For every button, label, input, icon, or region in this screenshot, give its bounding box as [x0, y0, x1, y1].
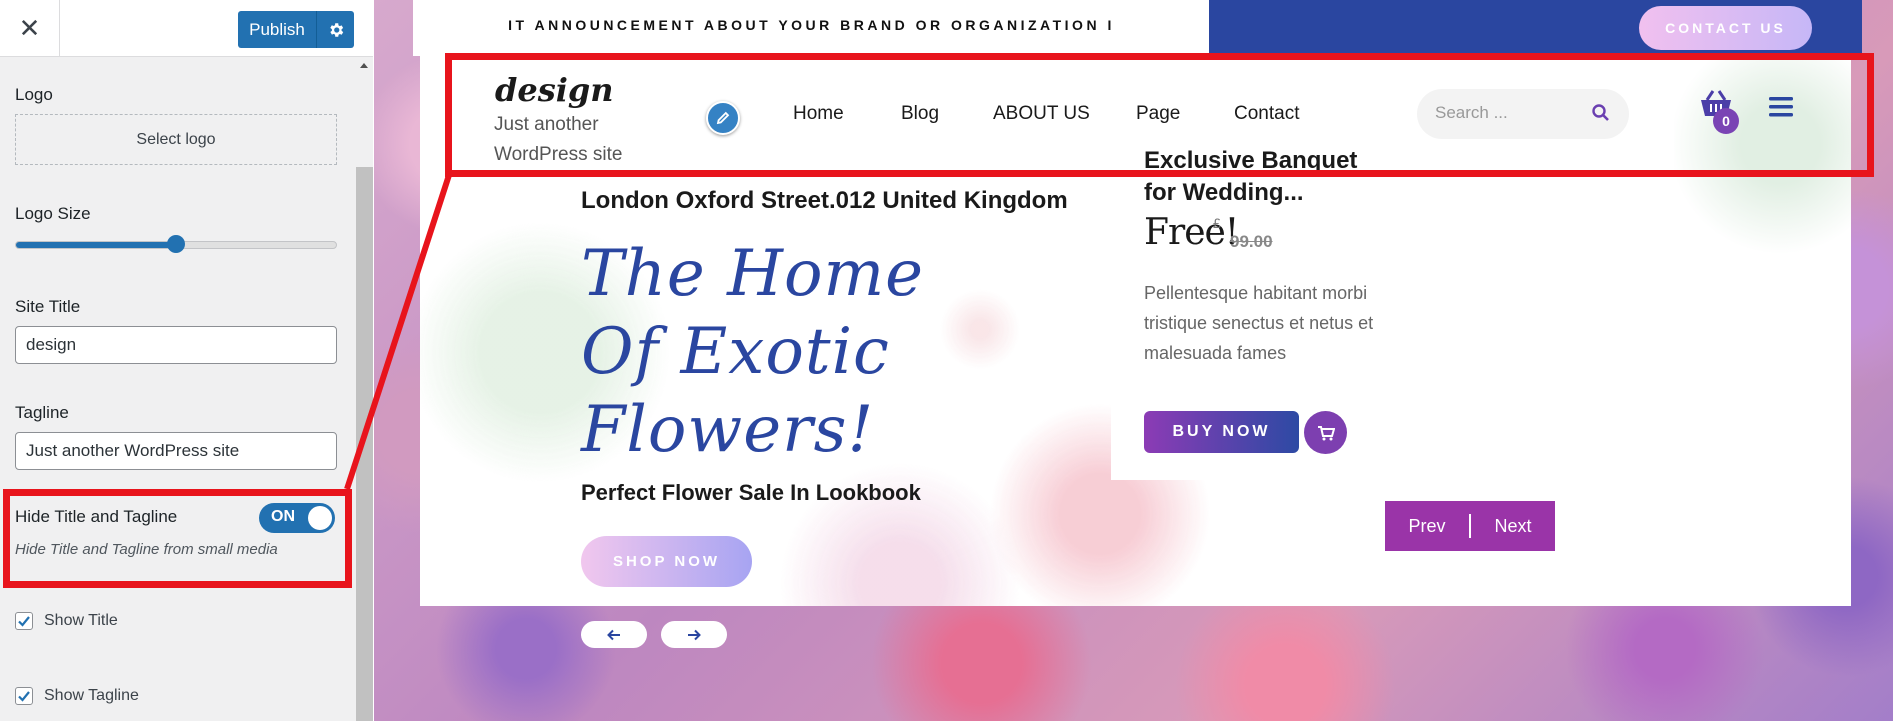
show-tagline-checkbox[interactable]: [15, 687, 33, 705]
toggle-state-text: ON: [271, 508, 295, 525]
scroll-up-arrow-icon[interactable]: [360, 63, 368, 68]
show-title-label: Show Title: [44, 612, 118, 629]
add-to-cart-icon[interactable]: [1304, 411, 1347, 454]
site-title-label: Site Title: [15, 297, 81, 316]
search-icon[interactable]: [1591, 103, 1611, 128]
hero-subtitle: Perfect Flower Sale In Lookbook: [581, 480, 921, 505]
hero-title: The Home Of Exotic Flowers!: [581, 237, 925, 467]
tagline-input[interactable]: Just another WordPress site: [15, 432, 337, 470]
customizer-sidebar: ✕ Publish Logo Select logo Logo Size Sit…: [0, 0, 373, 721]
contact-us-button[interactable]: CONTACT US: [1639, 6, 1812, 50]
publish-group: Publish: [238, 11, 354, 48]
select-logo-button[interactable]: Select logo: [15, 114, 337, 165]
site-tagline-text: Just another WordPress site: [494, 114, 623, 165]
logo-size-label: Logo Size: [15, 204, 91, 223]
hide-title-label: Hide Title and Tagline: [15, 507, 178, 526]
site-title-input[interactable]: design: [15, 326, 337, 364]
nav-contact[interactable]: Contact: [1234, 103, 1299, 125]
tagline-label: Tagline: [15, 403, 69, 422]
hide-title-toggle[interactable]: ON: [259, 503, 335, 533]
nav-blog[interactable]: Blog: [901, 103, 939, 125]
next-button[interactable]: Next: [1471, 501, 1555, 551]
close-icon[interactable]: ✕: [0, 0, 60, 57]
cart-count-badge: 0: [1713, 108, 1739, 134]
scrollbar-thumb[interactable]: [356, 167, 373, 721]
logo-size-slider-handle[interactable]: [167, 235, 185, 253]
logo-size-slider-fill: [16, 242, 176, 248]
product-price: Free!: [1144, 212, 1239, 253]
prev-button[interactable]: Prev: [1385, 501, 1469, 551]
logo-label: Logo: [15, 85, 53, 104]
product-description: Pellentesque habitant morbi tristique se…: [1144, 283, 1374, 363]
nav-home[interactable]: Home: [793, 103, 844, 125]
edit-pencil-icon[interactable]: [706, 101, 740, 135]
slider-next-arrow[interactable]: [661, 621, 727, 648]
checkmark-icon: [18, 691, 30, 702]
sidebar-scrollbar[interactable]: [356, 57, 373, 721]
shop-now-button[interactable]: SHOP NOW: [581, 536, 752, 587]
hide-title-description: Hide Title and Tagline from small media: [15, 541, 278, 558]
show-tagline-label: Show Tagline: [44, 687, 139, 704]
logo-size-slider[interactable]: [15, 235, 337, 253]
toggle-knob: [308, 506, 332, 530]
slider-prev-arrow[interactable]: [581, 621, 647, 648]
search-placeholder: Search ...: [1435, 103, 1508, 122]
customizer-header: ✕ Publish: [0, 0, 373, 57]
hero-address: London Oxford Street.012 United Kingdom: [581, 187, 1068, 214]
gear-icon[interactable]: [317, 11, 354, 48]
nav-page[interactable]: Page: [1136, 103, 1180, 125]
search-input[interactable]: Search ...: [1417, 89, 1629, 139]
announcement-text: IT ANNOUNCEMENT ABOUT YOUR BRAND OR ORGA…: [508, 17, 1115, 33]
arrow-left-icon: [607, 629, 620, 640]
show-title-checkbox[interactable]: [15, 612, 33, 630]
product-pager: Prev Next: [1385, 501, 1555, 551]
arrow-right-icon: [688, 629, 701, 640]
site-logo-text[interactable]: design: [495, 71, 614, 109]
checkmark-icon: [18, 616, 30, 627]
publish-button[interactable]: Publish: [238, 11, 317, 48]
nav-about-us[interactable]: ABOUT US: [993, 103, 1090, 125]
currency-symbol: £: [1213, 215, 1221, 231]
product-title[interactable]: Exclusive Banquet for Wedding...: [1144, 145, 1364, 209]
menu-icon[interactable]: [1769, 96, 1793, 123]
site-preview: IT ANNOUNCEMENT ABOUT YOUR BRAND OR ORGA…: [374, 0, 1893, 721]
buy-now-button[interactable]: BUY NOW: [1144, 411, 1299, 453]
product-old-price: 99.00: [1230, 232, 1273, 251]
